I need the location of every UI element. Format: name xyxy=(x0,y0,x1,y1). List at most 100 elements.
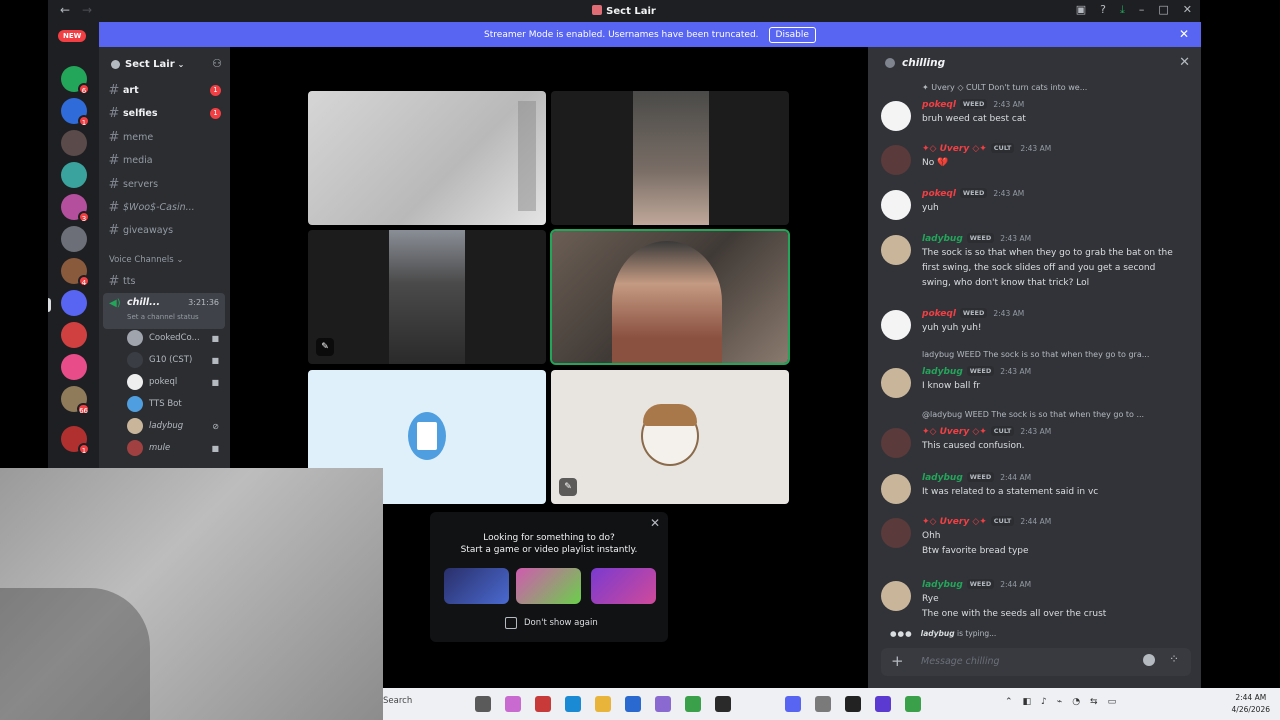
avatar[interactable] xyxy=(881,368,911,398)
voice-user[interactable]: ladybug ⊘ xyxy=(127,416,225,436)
message-username[interactable]: pokeql WEED 2:43 AM xyxy=(922,308,1024,319)
channel-tts[interactable]: # tts xyxy=(105,271,225,291)
avatar[interactable] xyxy=(881,428,911,458)
channel-item[interactable]: # media xyxy=(105,150,225,170)
avatar[interactable] xyxy=(881,235,911,265)
chrome-icon[interactable] xyxy=(905,696,921,712)
video-tile[interactable] xyxy=(551,91,789,225)
task-view-icon[interactable] xyxy=(475,696,491,712)
banner-close-icon[interactable]: ✕ xyxy=(1179,27,1189,41)
media-player-icon[interactable] xyxy=(845,696,861,712)
active-voice-channel[interactable]: ◀) chill... 3:21:36 Set a channel status xyxy=(103,293,225,329)
taskbar-clock[interactable]: 2:44 AM 4/26/2026 xyxy=(1232,692,1270,716)
message-username[interactable]: ladybug WEED 2:44 AM xyxy=(922,472,1031,483)
avatar[interactable] xyxy=(881,190,911,220)
chrome-icon[interactable] xyxy=(685,696,701,712)
store-icon[interactable] xyxy=(625,696,641,712)
server-icon[interactable]: 3 xyxy=(61,194,90,223)
system-tray[interactable]: ⌃◧♪⌁◔⇆▭ xyxy=(1005,697,1126,707)
avatar[interactable] xyxy=(881,101,911,131)
app-icon[interactable] xyxy=(875,696,891,712)
close-chat-icon[interactable]: ✕ xyxy=(1179,55,1190,70)
voice-category[interactable]: Voice Channels ⌄ xyxy=(109,255,183,265)
channel-item[interactable]: # $Woo$-Casin... xyxy=(105,197,225,217)
server-icon[interactable]: 1 xyxy=(61,426,90,455)
activity-tile[interactable] xyxy=(516,568,581,604)
message-username[interactable]: ✦◇ Uvery ◇✦ CULT 2:43 AM xyxy=(922,143,1051,154)
server-icon[interactable] xyxy=(61,322,87,348)
message-input[interactable]: Message chilling xyxy=(921,656,1000,667)
app-icon[interactable] xyxy=(715,696,731,712)
video-tile[interactable]: ✎ xyxy=(308,230,546,364)
message-timestamp: 2:43 AM xyxy=(993,100,1025,109)
avatar[interactable] xyxy=(881,518,911,548)
channel-item[interactable]: # selfies 1 xyxy=(105,103,225,123)
message-username[interactable]: ✦◇ Uvery ◇✦ CULT 2:44 AM xyxy=(922,516,1051,527)
message-username[interactable]: pokeql WEED 2:43 AM xyxy=(922,99,1024,110)
channel-status-hint[interactable]: Set a channel status xyxy=(127,313,199,321)
sect-lair-server-icon[interactable] xyxy=(61,290,87,316)
server-icon[interactable]: 66 xyxy=(61,386,90,415)
chevron-down-icon: ⌄ xyxy=(177,59,185,69)
voice-user[interactable]: G10 (CST) ■ xyxy=(127,350,225,370)
server-icon[interactable] xyxy=(61,162,87,188)
channel-item[interactable]: # servers xyxy=(105,174,225,194)
discord-icon[interactable] xyxy=(785,696,801,712)
attach-plus-icon[interactable]: + xyxy=(891,652,904,670)
channel-item[interactable]: # art 1 xyxy=(105,80,225,100)
file-explorer-icon[interactable] xyxy=(595,696,611,712)
avatar[interactable] xyxy=(881,310,911,340)
close-window-button[interactable]: ✕ xyxy=(1183,3,1192,17)
guild-header[interactable]: Sect Lair ⌄ ⚇ xyxy=(99,47,230,81)
channel-item[interactable]: # meme xyxy=(105,127,225,147)
channel-item[interactable]: # giveaways xyxy=(105,220,225,240)
reply-preview[interactable]: ✦ Uvery ◇ CULT Don't turn cats into we..… xyxy=(922,83,1192,92)
app-icon[interactable] xyxy=(655,696,671,712)
download-icon[interactable]: ⤓ xyxy=(1120,3,1125,17)
app-icon[interactable] xyxy=(535,696,551,712)
video-tile-speaking[interactable] xyxy=(550,229,790,365)
server-icon[interactable] xyxy=(61,130,87,156)
edge-icon[interactable] xyxy=(565,696,581,712)
message-username[interactable]: pokeql WEED 2:43 AM xyxy=(922,188,1024,199)
avatar xyxy=(127,330,143,346)
video-tile[interactable] xyxy=(308,91,546,225)
message-body: bruh weed cat best cat xyxy=(922,114,1026,124)
rythm-activity[interactable] xyxy=(444,568,509,604)
close-icon[interactable]: ✕ xyxy=(650,516,660,530)
message-username[interactable]: ladybug WEED 2:44 AM xyxy=(922,579,1031,590)
avatar[interactable] xyxy=(881,581,911,611)
emoji-icon[interactable] xyxy=(1143,654,1155,666)
disable-streamer-button[interactable]: Disable xyxy=(768,26,816,43)
apps-icon[interactable]: ⁘ xyxy=(1169,652,1179,666)
voice-user[interactable]: TTS Bot xyxy=(127,394,225,414)
dont-show-checkbox[interactable] xyxy=(505,617,517,629)
avatar[interactable] xyxy=(881,474,911,504)
camera-app-icon[interactable] xyxy=(815,696,831,712)
server-icon[interactable] xyxy=(61,226,87,252)
voice-user[interactable]: CookedCo... ■ xyxy=(127,328,225,348)
server-icon[interactable] xyxy=(61,354,87,380)
server-icon[interactable]: 6 xyxy=(61,66,90,95)
taskbar-search[interactable]: Search xyxy=(383,696,412,706)
message-username[interactable]: ladybug WEED 2:43 AM xyxy=(922,233,1031,244)
activity-tile[interactable] xyxy=(591,568,656,604)
inbox-icon[interactable]: ▣ xyxy=(1076,3,1086,17)
minimize-button[interactable]: – xyxy=(1139,3,1145,17)
reply-preview[interactable]: ladybug WEED The sock is so that when th… xyxy=(922,350,1192,359)
message-username[interactable]: ✦◇ Uvery ◇✦ CULT 2:43 AM xyxy=(922,426,1051,437)
voice-user[interactable]: mule ■ xyxy=(127,438,225,458)
message-username[interactable]: ladybug WEED 2:43 AM xyxy=(922,366,1031,377)
reply-preview[interactable]: @ladybug WEED The sock is so that when t… xyxy=(922,410,1192,419)
server-icon[interactable]: 1 xyxy=(61,98,90,127)
avatar[interactable] xyxy=(881,145,911,175)
invite-people-icon[interactable]: ⚇ xyxy=(212,57,222,70)
copilot-icon[interactable] xyxy=(505,696,521,712)
ladybug-tile[interactable]: ✎ xyxy=(551,370,789,504)
help-icon[interactable]: ? xyxy=(1100,3,1106,17)
voice-user[interactable]: pokeql ■ xyxy=(127,372,225,392)
message-timestamp: 2:44 AM xyxy=(1000,580,1032,589)
message-composer[interactable]: + Message chilling ⁘ xyxy=(881,648,1191,676)
maximize-button[interactable]: □ xyxy=(1158,3,1168,17)
server-icon[interactable]: 4 xyxy=(61,258,90,287)
